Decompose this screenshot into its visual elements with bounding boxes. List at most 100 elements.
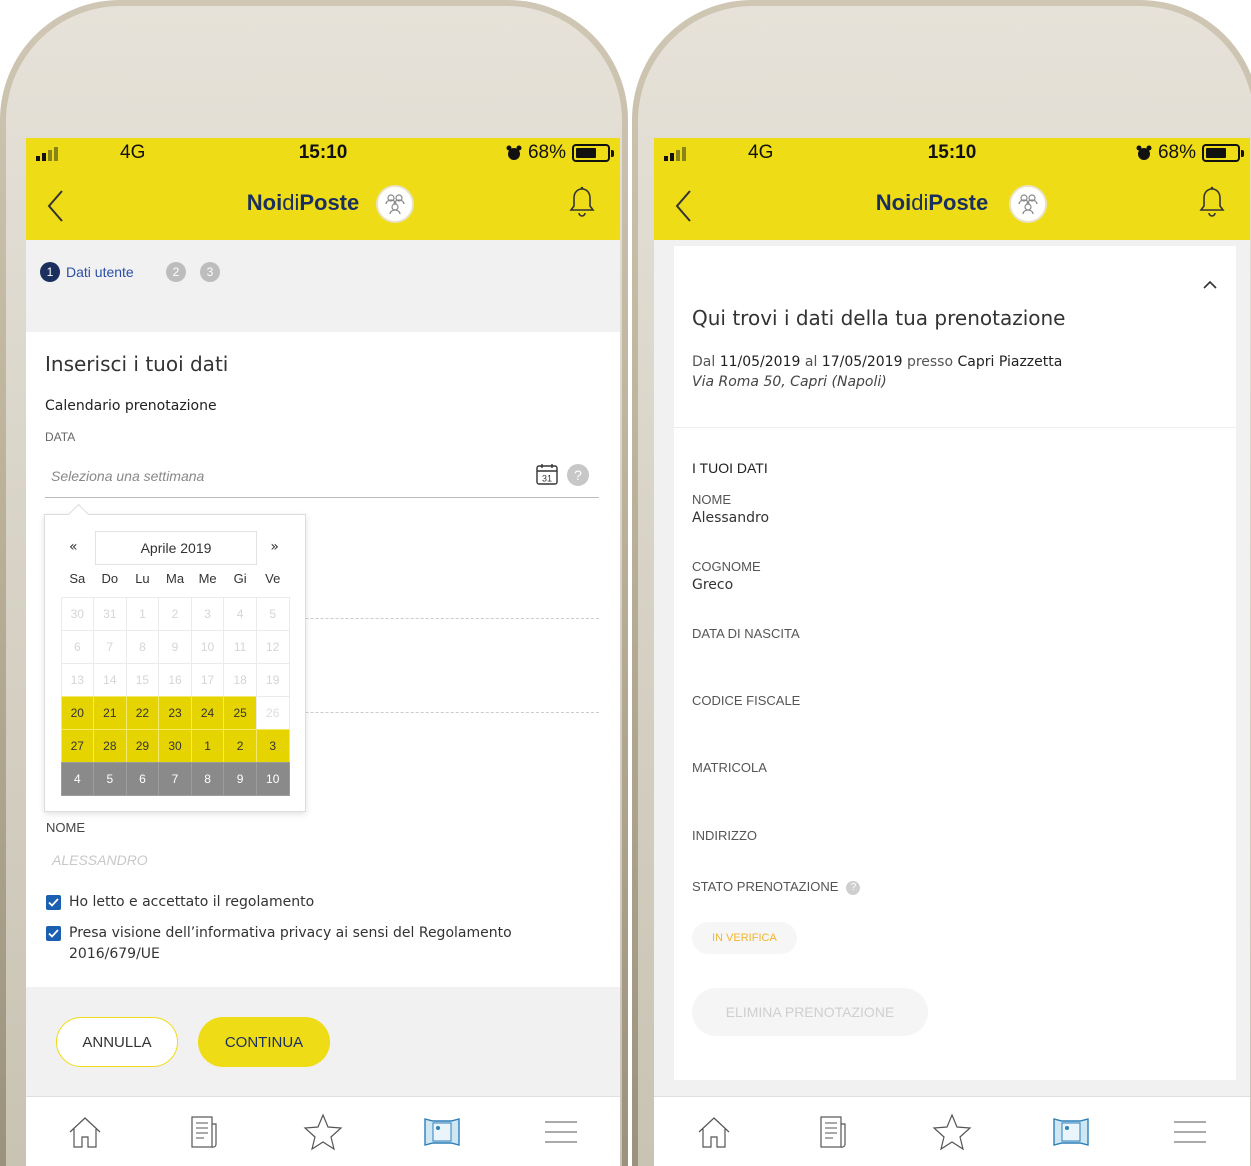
calendar-day[interactable]: 22 (125, 695, 160, 730)
form-title: Inserisci i tuoi dati (45, 352, 229, 376)
calendar-day[interactable]: 23 (158, 695, 192, 730)
calendar-day: 5 (255, 596, 290, 631)
calendar-day[interactable]: 30 (158, 728, 192, 763)
status-bar: 4G 15:10 68% (654, 138, 1250, 168)
tab-news[interactable] (811, 1110, 855, 1154)
checkbox-regolamento-label: Ho letto e accettato il regolamento (69, 894, 315, 910)
svg-text:31: 31 (542, 474, 552, 484)
calendar-day: 9 (223, 761, 257, 796)
battery-percent: 68% (1157, 142, 1196, 163)
help-icon[interactable]: ? (846, 881, 861, 895)
calendar-day: 17 (190, 662, 225, 697)
nome-label: NOME (46, 820, 85, 835)
field-label: DATA DI NASCITA (692, 626, 800, 641)
calendar-day[interactable]: 20 (60, 695, 95, 730)
calendar-day[interactable]: 2 (223, 728, 257, 763)
week-picker-popup: « Aprile 2019 » Sa Do Lu Ma Me Gi Ve 30 3… (44, 514, 306, 812)
calendar-day: 12 (255, 629, 290, 664)
checkbox-checked-icon[interactable] (46, 895, 61, 910)
tab-home[interactable] (692, 1110, 736, 1154)
calendar-day: 7 (158, 761, 192, 796)
calendar-day: 4 (60, 761, 95, 796)
alarm-icon (506, 145, 522, 160)
calendar-grid: 30 31 1 2 3 4 5 6 7 8 9 10 11 12 13 14 15 16 17 18 19 20 21 22 2… (60, 596, 290, 796)
step-2-number: 2 (166, 262, 186, 282)
calendar-day[interactable]: 25 (223, 695, 257, 730)
star-icon (932, 1112, 972, 1150)
map-icon (1053, 1117, 1089, 1146)
calendar-day[interactable]: 24 (190, 695, 225, 730)
status-bar: 4G 15:10 68% (26, 138, 620, 168)
date-input[interactable]: Seleziona una settimana 31 ? (45, 454, 599, 498)
tab-favorites[interactable] (930, 1110, 974, 1154)
weekday: Ma (165, 571, 185, 586)
calendar-day[interactable]: 29 (125, 728, 160, 763)
calendar-day[interactable]: 21 (93, 695, 127, 730)
help-icon[interactable]: ? (567, 464, 589, 486)
calendar-day[interactable]: 28 (93, 728, 127, 763)
home-icon (698, 1116, 730, 1148)
weekday: Gi (233, 571, 247, 586)
screen-booking-details: 4G 15:10 68% NoidiPoste Qui trovi i dati… (654, 138, 1250, 1166)
month-title[interactable]: Aprile 2019 (95, 531, 257, 565)
calendar-day: 10 (255, 761, 290, 796)
field-label: MATRICOLA (692, 760, 767, 775)
tab-menu[interactable] (1168, 1110, 1212, 1154)
avatar-icon[interactable] (376, 185, 414, 223)
checkbox-privacy[interactable]: Presa visione dell’informativa privacy a… (46, 923, 566, 965)
next-month-button[interactable]: » (270, 539, 279, 555)
calendar-day: 18 (223, 662, 257, 697)
alarm-icon (1136, 145, 1152, 160)
calendar-day: 9 (158, 629, 192, 664)
battery-icon (572, 144, 614, 162)
calendar-day: 4 (223, 596, 257, 631)
calendar-day[interactable]: 3 (255, 728, 290, 763)
calendar-day: 15 (125, 662, 160, 697)
date-label: DATA (45, 430, 76, 444)
news-icon (191, 1115, 217, 1148)
prev-month-button[interactable]: « (69, 539, 78, 555)
chevron-up-icon[interactable] (1202, 280, 1218, 290)
calendar-day: 16 (158, 662, 192, 697)
app-header: NoidiPoste (654, 168, 1250, 240)
app-logo: NoidiPoste (875, 190, 989, 215)
calendar-section-title: Calendario prenotazione (45, 398, 217, 414)
booking-address: Via Roma 50, Capri (Napoli) (692, 374, 887, 390)
calendar-day: 19 (255, 662, 290, 697)
bell-icon[interactable] (1198, 186, 1226, 218)
news-icon (820, 1115, 846, 1148)
calendar-day[interactable]: 1 (190, 728, 225, 763)
calendar-day: 31 (93, 596, 127, 631)
checkbox-regolamento[interactable]: Ho letto e accettato il regolamento (46, 892, 566, 913)
calendar-day: 6 (125, 761, 160, 796)
nome-field[interactable]: ALESSANDRO (52, 852, 148, 868)
tab-map[interactable] (1049, 1110, 1093, 1154)
step-1: 1 Dati utente (40, 262, 134, 282)
star-icon (303, 1112, 343, 1150)
booking-card: Qui trovi i dati della tua prenotazione … (674, 246, 1236, 1080)
avatar-icon[interactable] (1009, 185, 1047, 223)
tab-menu[interactable] (539, 1110, 583, 1154)
tab-favorites[interactable] (301, 1110, 345, 1154)
calendar-day[interactable]: 27 (60, 728, 95, 763)
step-indicator: 1 Dati utente 2 3 (26, 240, 620, 332)
tab-news[interactable] (182, 1110, 226, 1154)
delete-booking-button[interactable]: ELIMINA PRENOTAZIONE (692, 988, 928, 1036)
checkbox-checked-icon[interactable] (46, 926, 61, 941)
app-logo: NoidiPoste (246, 190, 360, 215)
cancel-button[interactable]: ANNULLA (56, 1017, 178, 1067)
continue-button[interactable]: CONTINUA (198, 1017, 330, 1067)
weekday: Lu (135, 571, 150, 586)
calendar-day: 2 (158, 596, 192, 631)
phone-frame-left: 4G 15:10 68% NoidiPoste 1 Dati utente 2 … (0, 0, 628, 1166)
calendar-day: 6 (60, 629, 95, 664)
bell-icon[interactable] (568, 186, 596, 218)
calendar-icon[interactable]: 31 (535, 462, 559, 486)
calendar-day: 10 (190, 629, 225, 664)
field-value: Alessandro (692, 510, 770, 526)
tab-home[interactable] (63, 1110, 107, 1154)
step-3-number: 3 (200, 262, 220, 282)
tab-map[interactable] (420, 1110, 464, 1154)
calendar-day: 7 (93, 629, 127, 664)
booking-title: Qui trovi i dati della tua prenotazione (692, 306, 1066, 330)
